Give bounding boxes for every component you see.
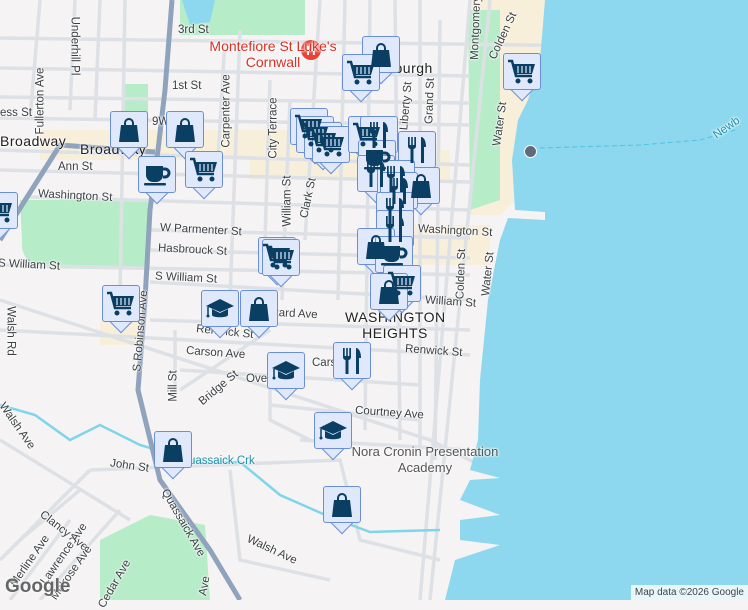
cart-icon [342,54,380,91]
marker-bag[interactable] [240,290,278,339]
marker-cart[interactable] [312,126,350,175]
marker-cart[interactable] [0,192,18,241]
grad-icon [267,352,305,389]
marker-cart[interactable] [262,239,300,288]
google-logo: Google [5,576,71,597]
fork-icon [333,342,371,379]
grad-icon [314,412,352,449]
marker-grad[interactable] [267,352,305,401]
creek [0,403,441,534]
cart-icon [312,126,350,163]
marker-bag[interactable] [323,486,361,535]
bag-icon [110,111,148,148]
grad-icon [201,290,239,327]
marker-grad[interactable] [201,290,239,339]
marker-fork[interactable] [333,342,371,391]
cart-icon [0,192,18,229]
marker-coffee[interactable] [138,156,176,205]
bag-icon [240,290,278,327]
marker-bag[interactable] [154,431,192,480]
map-attribution[interactable]: Map data ©2026 Google [630,585,748,600]
hospital-icon[interactable]: H [301,40,321,60]
marker-cart[interactable] [342,54,380,103]
marker-bag[interactable] [110,111,148,160]
cart-icon [102,285,140,322]
bag-icon [154,431,192,468]
marker-grad[interactable] [314,412,352,461]
marker-cart[interactable] [503,53,541,102]
cart-icon [185,151,223,188]
marker-cart[interactable] [102,285,140,334]
ferry-icon[interactable] [524,145,537,158]
bag-icon [323,486,361,523]
cart-icon [262,239,300,276]
cart-icon [503,53,541,90]
coffee-icon [138,156,176,193]
bag-icon [166,111,204,148]
marker-cart[interactable] [185,151,223,200]
